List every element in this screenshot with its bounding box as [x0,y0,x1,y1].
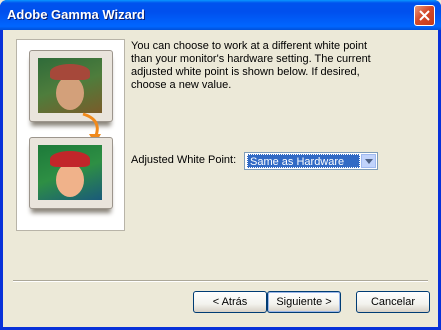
dropdown-button[interactable] [361,154,376,168]
portrait-before-image [38,58,102,113]
monitor-illustration [16,39,125,231]
close-icon [419,10,430,21]
white-point-value: Same as Hardware [247,154,360,168]
close-button[interactable] [414,5,435,26]
wizard-window: Adobe Gamma Wizard You can choose to wor… [0,0,441,330]
window-title: Adobe Gamma Wizard [7,7,145,22]
monitor-after [29,137,113,209]
white-point-select[interactable]: Same as Hardware [244,152,378,170]
cancel-button[interactable]: Cancelar [356,291,430,313]
button-separator [13,280,428,282]
description-text: You can choose to work at a different wh… [131,40,371,91]
next-button[interactable]: Siguiente > [267,291,341,313]
white-point-label: Adjusted White Point: [131,154,237,166]
title-bar: Adobe Gamma Wizard [0,0,441,30]
dropdown-arrow-icon [365,159,373,164]
back-button[interactable]: < Atrás [193,291,267,313]
portrait-after-image [38,145,102,200]
wizard-body: You can choose to work at a different wh… [3,30,438,327]
